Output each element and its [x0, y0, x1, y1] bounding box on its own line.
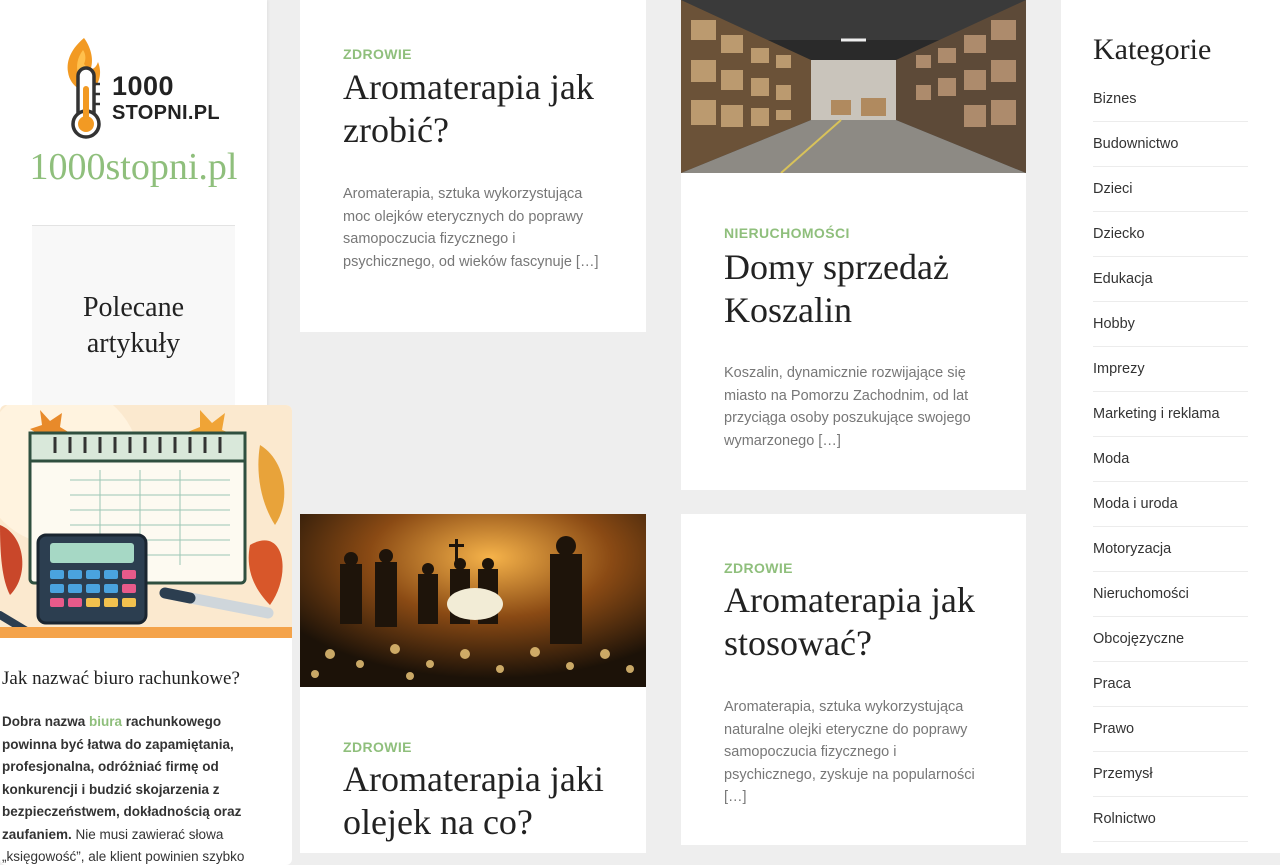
featured-article-card[interactable]: Jak nazwać biuro rachunkowe? Dobra nazwa…: [0, 405, 292, 865]
categories-heading: Kategorie: [1093, 33, 1212, 66]
category-link[interactable]: Motoryzacja: [1093, 527, 1248, 572]
site-title[interactable]: 1000stopni.pl: [0, 145, 267, 189]
post-excerpt: Koszalin, dynamicznie rozwijające się mi…: [724, 365, 971, 449]
left-sidebar: 1000 STOPNI.PL 1000stopni.pl Polecane ar…: [0, 0, 292, 865]
excerpt-link[interactable]: biura: [89, 714, 122, 729]
category-link[interactable]: Moda: [1093, 437, 1248, 482]
warehouse-image[interactable]: [681, 0, 1026, 173]
category-link[interactable]: Przemysł: [1093, 752, 1248, 797]
category-link[interactable]: Budownictwo: [1093, 122, 1248, 167]
calculator-calendar-image[interactable]: [0, 405, 292, 638]
category-link[interactable]: Praca: [1093, 662, 1248, 707]
featured-heading-line2: artykuły: [86, 328, 181, 359]
category-link[interactable]: Dzieci: [1093, 167, 1248, 212]
excerpt-bold-end: rachunkowego powinna być łatwa do zapami…: [2, 714, 242, 842]
post-category[interactable]: ZDROWIE: [724, 560, 793, 576]
category-link[interactable]: Edukacja: [1093, 257, 1248, 302]
featured-section: Polecane artykuły: [32, 226, 235, 406]
featured-heading: Polecane artykuły: [32, 290, 235, 362]
category-link[interactable]: Marketing i reklama: [1093, 392, 1248, 437]
category-link[interactable]: Dziecko: [1093, 212, 1248, 257]
category-link[interactable]: Imprezy: [1093, 347, 1248, 392]
category-link[interactable]: Biznes: [1093, 77, 1248, 122]
category-link[interactable]: Moda i uroda: [1093, 482, 1248, 527]
post-title[interactable]: Aromaterapia jaki olejek na co?: [343, 758, 613, 844]
category-link[interactable]: Obcojęzyczne: [1093, 617, 1248, 662]
categories-list: Biznes Budownictwo Dzieci Dziecko Edukac…: [1093, 77, 1248, 842]
featured-article-excerpt: Dobra nazwa biura rachunkowego powinna b…: [2, 711, 272, 865]
category-link[interactable]: Rolnictwo: [1093, 797, 1248, 842]
post-card: ZDROWIE Aromaterapia jak stosować? Aroma…: [681, 514, 1026, 845]
cemetery-image[interactable]: [300, 514, 646, 687]
post-category[interactable]: ZDROWIE: [343, 739, 412, 755]
category-link[interactable]: Nieruchomości: [1093, 572, 1248, 617]
post-title[interactable]: Aromaterapia jak zrobić?: [343, 66, 613, 152]
post-excerpt: Aromaterapia, sztuka wykorzystująca moc …: [343, 186, 599, 270]
category-link[interactable]: Hobby: [1093, 302, 1248, 347]
logo-text[interactable]: 1000 STOPNI.PL: [112, 71, 220, 124]
post-card: ZDROWIE Aromaterapia jak zrobić? Aromate…: [300, 0, 646, 332]
excerpt-bold-start: Dobra nazwa: [2, 714, 90, 729]
post-card: NIERUCHOMOŚCI Domy sprzedaż Koszalin Kos…: [681, 0, 1026, 490]
post-category[interactable]: ZDROWIE: [343, 46, 412, 62]
featured-article-title[interactable]: Jak nazwać biuro rachunkowe?: [2, 668, 292, 690]
featured-heading-line1: Polecane: [82, 292, 185, 323]
logo-number: 1000: [112, 71, 175, 101]
category-link[interactable]: Prawo: [1093, 707, 1248, 752]
logo-domain: STOPNI.PL: [112, 102, 220, 124]
post-title[interactable]: Aromaterapia jak stosować?: [724, 579, 994, 665]
post-category[interactable]: NIERUCHOMOŚCI: [724, 225, 850, 241]
post-title[interactable]: Domy sprzedaż Koszalin: [724, 246, 994, 332]
post-excerpt: Aromaterapia, sztuka wykorzystująca natu…: [724, 699, 975, 805]
right-sidebar: Kategorie Biznes Budownictwo Dzieci Dzie…: [1061, 0, 1280, 853]
post-card: ZDROWIE Aromaterapia jaki olejek na co?: [300, 514, 646, 853]
